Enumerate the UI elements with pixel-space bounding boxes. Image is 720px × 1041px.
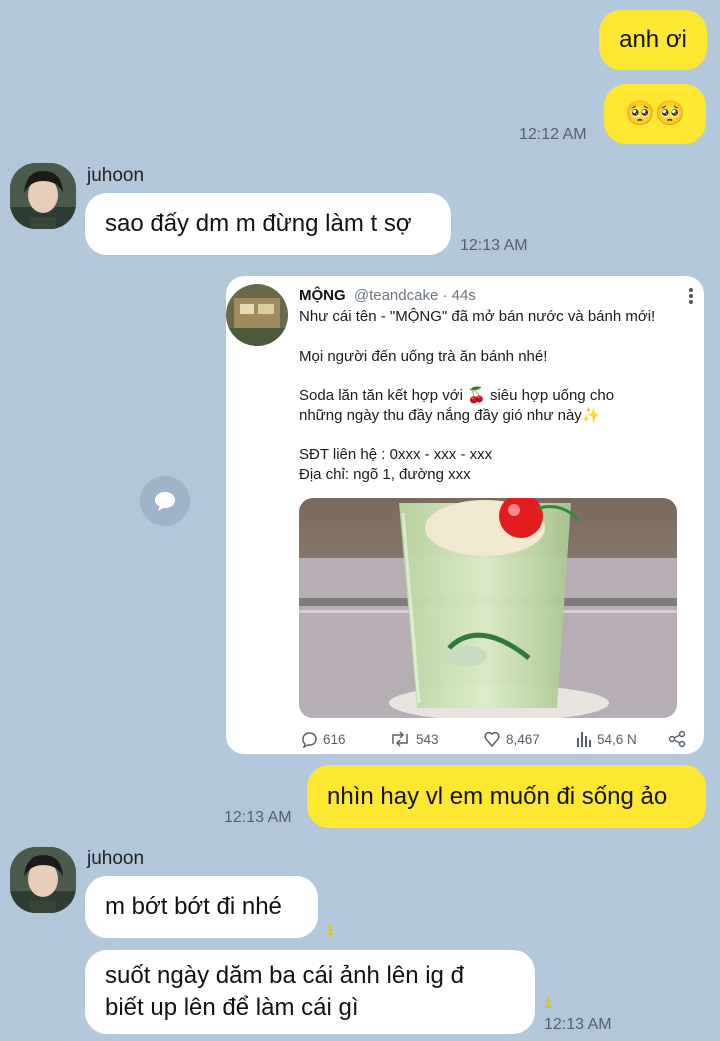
retweet-icon [392, 731, 408, 747]
tweet-text-line: Soda lăn tăn kết hợp với 🍒 siêu hợp uống… [299, 387, 615, 404]
tweet-text-line: SĐT liên hệ : 0xxx - xxx - xxx [299, 446, 493, 463]
reply-stat[interactable]: 616 [300, 730, 346, 748]
message-bubble-outgoing[interactable]: 🥺🥺 [604, 84, 706, 144]
avatar[interactable] [10, 163, 76, 229]
retweet-stat[interactable]: 543 [389, 730, 439, 748]
share-stat[interactable] [668, 730, 686, 748]
tweet-text-line: Mọi người đến uống trà ăn bánh nhé! [299, 348, 548, 365]
avatar[interactable] [10, 847, 76, 913]
message-text: nhìn hay vl em muốn đi sống ảo [327, 782, 668, 810]
share-chat-icon [155, 492, 175, 511]
tweet-image[interactable] [299, 498, 677, 718]
reply-icon [302, 732, 317, 748]
tweet-author-name[interactable]: MỘNG [299, 287, 346, 304]
tweet-text-line: những ngày thu đầy nắng đầy gió như này✨ [299, 407, 601, 424]
tweet-card[interactable]: MỘNG @teandcake · 44s Như cái tên - "MỘN… [226, 276, 704, 754]
message-text: sao đấy dm m đừng làm t sợ [105, 210, 412, 237]
message-text-line: suốt ngày dăm ba cái ảnh lên ig đ [105, 962, 464, 989]
avatar-photo [10, 163, 76, 229]
sender-name: juhoon [87, 165, 145, 186]
timestamp: 12:12 AM [519, 126, 587, 143]
emoji-message: 🥺🥺 [625, 100, 685, 127]
tweet-header: MỘNG @teandcake · 44s [299, 287, 476, 304]
reply-count: 616 [323, 731, 346, 747]
views-icon [577, 732, 591, 747]
tweet-text-line: Như cái tên - "MỘNG" đã mở bán nước và b… [299, 308, 656, 325]
message-bubble-outgoing[interactable]: anh ơi [599, 10, 707, 70]
views-count: 54,6 N [597, 731, 637, 747]
retweet-count: 543 [416, 731, 439, 747]
message-bubble-incoming[interactable]: suốt ngày dăm ba cái ảnh lên ig đ biết u… [85, 950, 535, 1034]
unread-count: 1 [544, 995, 552, 1011]
message-text-line: biết up lên để làm cái gì [105, 994, 359, 1021]
unread-count: 1 [326, 922, 334, 938]
sender-name: juhoon [87, 848, 145, 869]
tweet-text-line: Địa chỉ: ngõ 1, đường xxx [299, 466, 471, 483]
message-bubble-outgoing[interactable]: nhìn hay vl em muốn đi sống ảo [307, 765, 706, 828]
like-icon [484, 731, 500, 748]
message-bubble-incoming[interactable]: sao đấy dm m đừng làm t sợ [85, 193, 451, 255]
more-icon[interactable] [688, 288, 694, 309]
share-chat-button[interactable] [140, 476, 190, 526]
cafe-photo [226, 284, 288, 346]
message-bubble-incoming[interactable]: m bớt bớt đi nhé [85, 876, 318, 938]
avatar-photo [10, 847, 76, 913]
timestamp: 12:13 AM [544, 1016, 612, 1033]
tweet-handle-time: @teandcake · 44s [353, 287, 476, 304]
views-stat[interactable]: 54,6 N [576, 730, 637, 748]
message-text: anh ơi [619, 26, 687, 53]
like-stat[interactable]: 8,467 [483, 730, 540, 748]
like-count: 8,467 [506, 731, 540, 747]
soda-drink-photo [299, 498, 677, 718]
tweet-avatar[interactable] [226, 284, 288, 346]
share-icon [668, 730, 686, 748]
timestamp: 12:13 AM [224, 809, 292, 826]
timestamp: 12:13 AM [460, 237, 528, 254]
message-text: m bớt bớt đi nhé [105, 893, 282, 920]
